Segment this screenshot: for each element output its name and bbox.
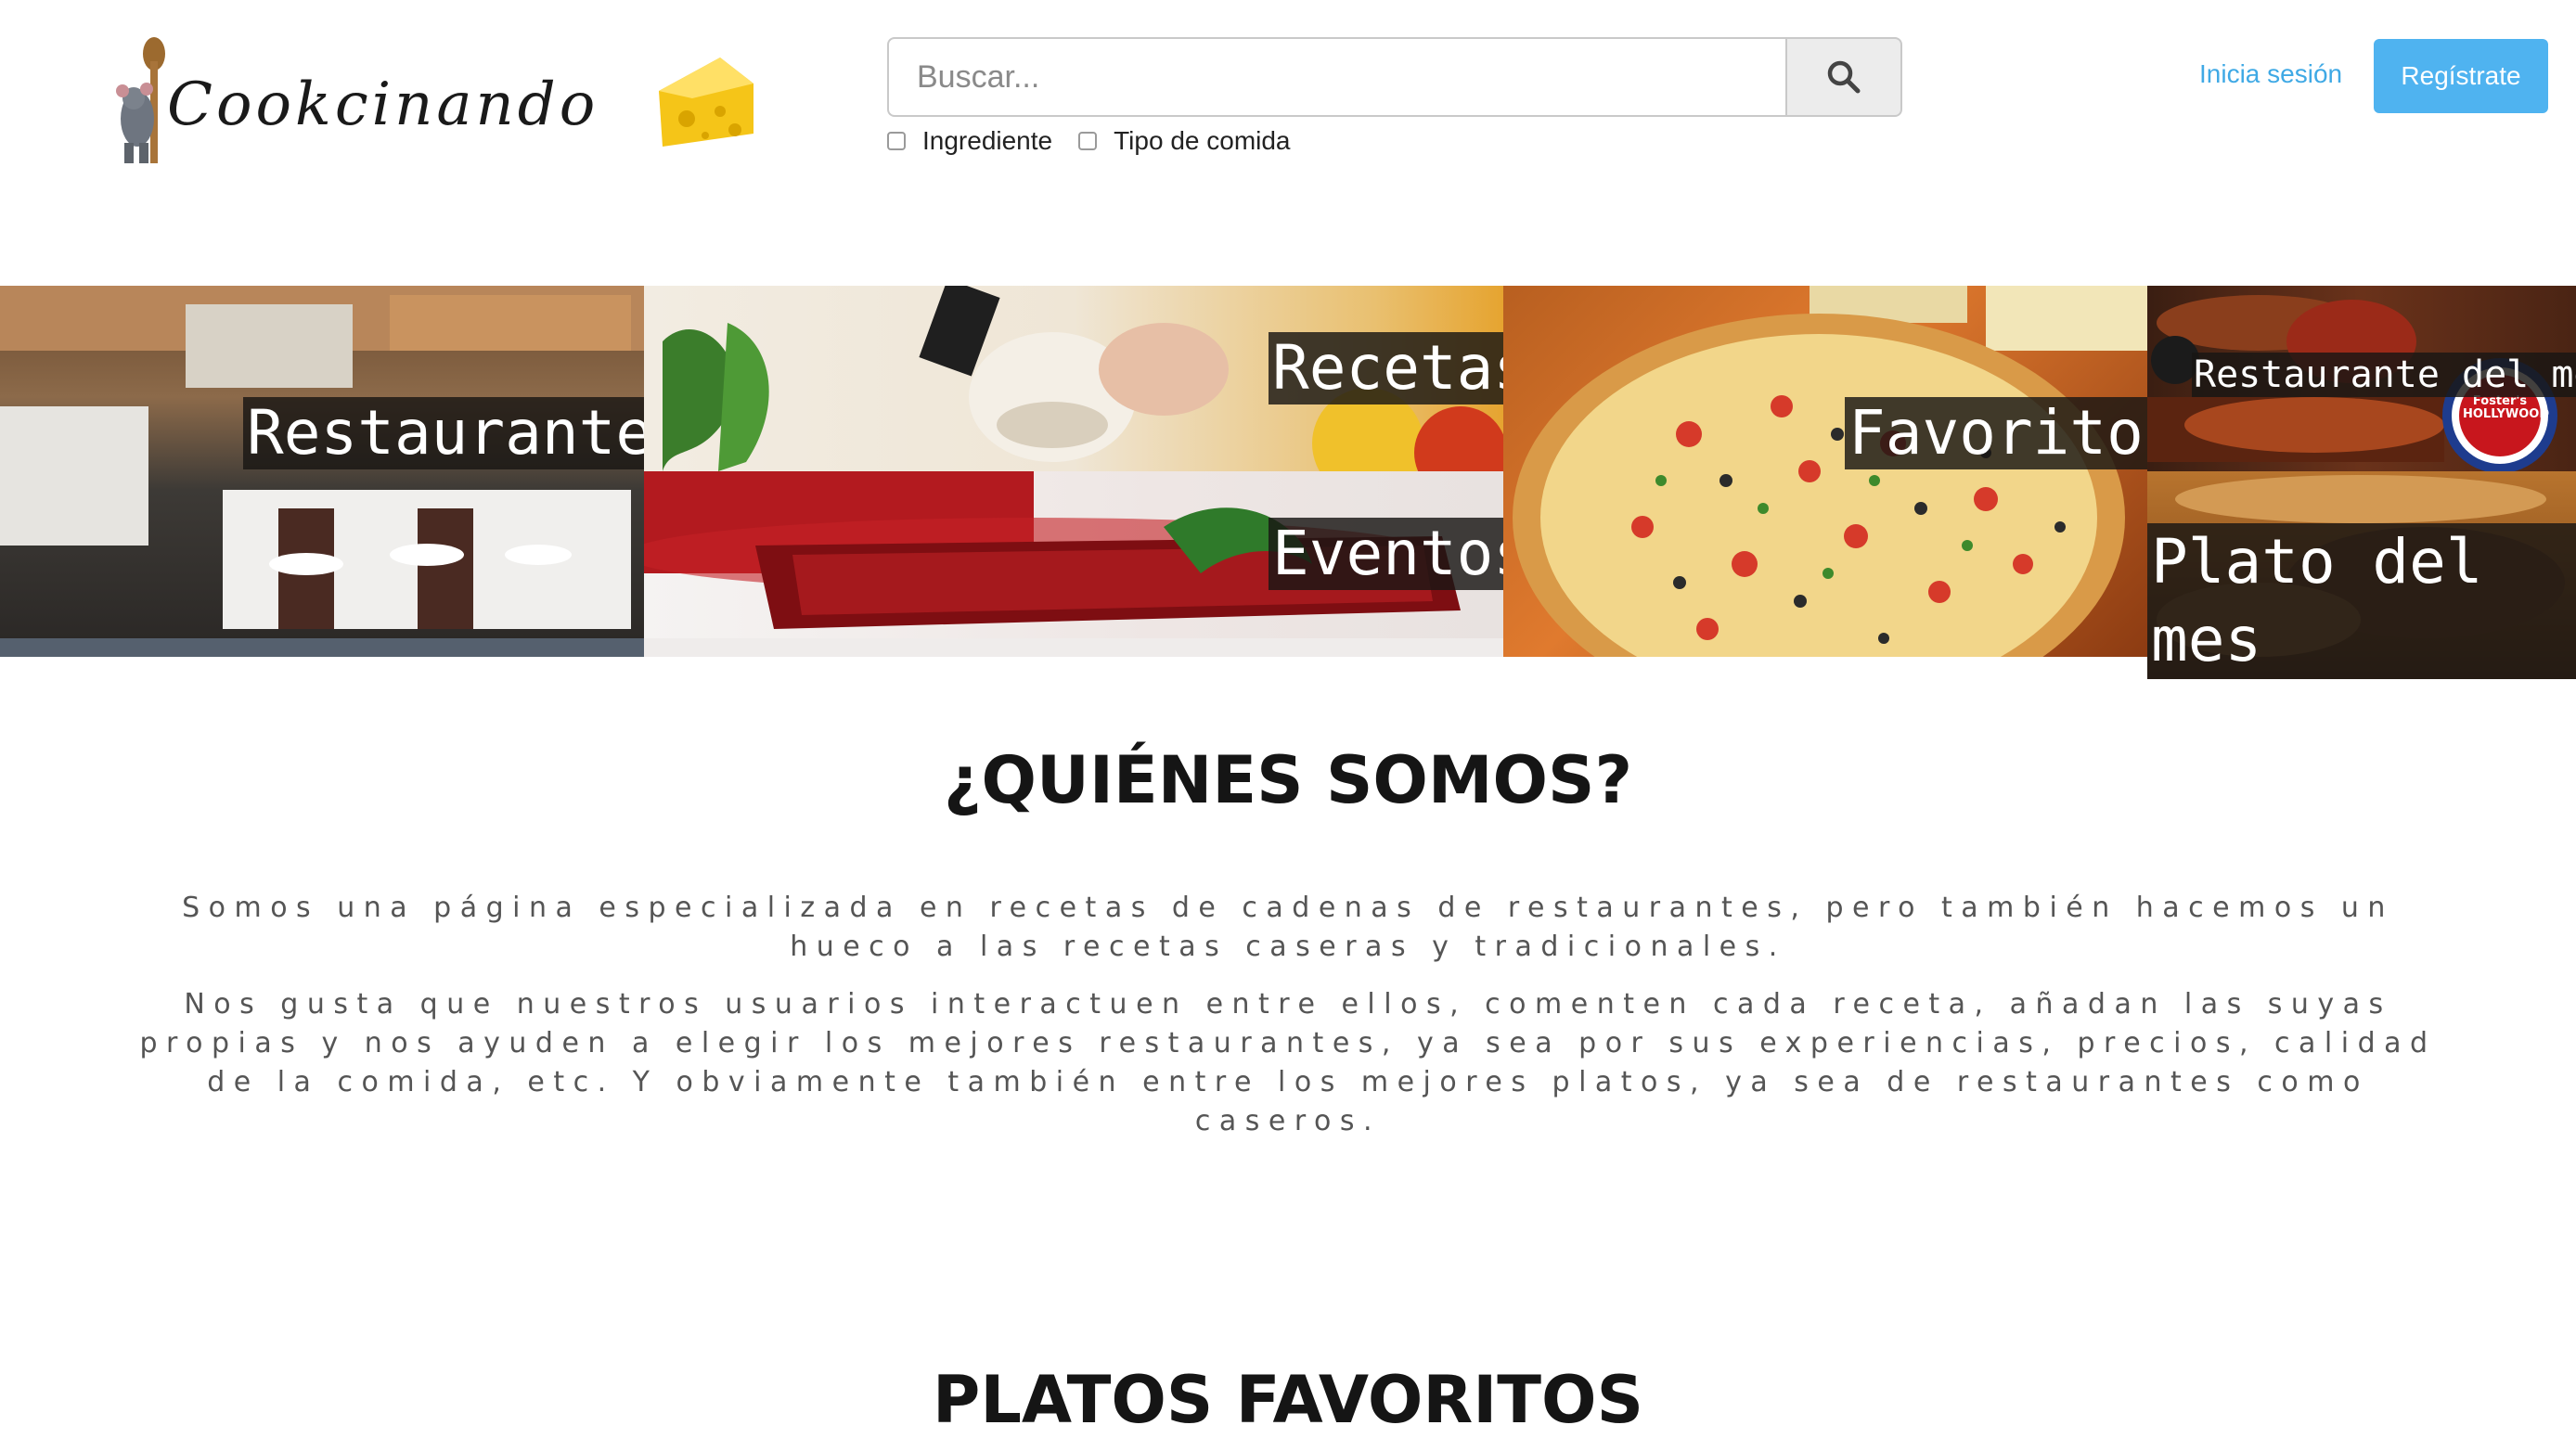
fosters-hollywood-logo: Foster's HOLLYWOOD: [2463, 394, 2550, 422]
restaurant-image: [0, 286, 644, 657]
tile-label-favoritos: Favoritos: [1845, 397, 2147, 469]
about-paragraph-2: Nos gusta que nuestros usuarios interact…: [139, 988, 2437, 1137]
search-input[interactable]: [887, 37, 1787, 117]
search-filters: Ingrediente Tipo de comida: [887, 126, 1317, 156]
tile-label-eventos: Eventos: [1269, 518, 1503, 590]
site-logo[interactable]: Cookcinando: [109, 33, 759, 171]
chef-rat-icon: [116, 37, 165, 163]
tile-restaurante-del-mes[interactable]: Foster's HOLLYWOOD Restaurante del mes: [2147, 286, 2576, 471]
ingrediente-label: Ingrediente: [922, 126, 1053, 155]
tile-label-restaurantes: Restaurantes: [243, 397, 644, 469]
tile-restaurantes[interactable]: Restaurantes: [0, 286, 644, 657]
search-bar: [887, 37, 1904, 121]
tile-recetas[interactable]: Recetas: [644, 286, 1503, 471]
filter-tipo-comida[interactable]: Tipo de comida: [1078, 126, 1291, 156]
filter-ingrediente[interactable]: Ingrediente: [887, 126, 1052, 156]
about-title: ¿QUIÉNES SOMOS?: [943, 742, 1633, 818]
tile-eventos[interactable]: Eventos: [644, 471, 1503, 657]
logo-text: Cookcinando: [167, 71, 599, 139]
tile-plato-del-mes[interactable]: Plato del mes: [2147, 471, 2576, 679]
ingrediente-checkbox[interactable]: [887, 132, 906, 150]
tile-label-restaurante-del-mes: Restaurante del mes: [2192, 353, 2576, 397]
tipo-comida-label: Tipo de comida: [1114, 126, 1291, 155]
login-link[interactable]: Inicia sesión: [2199, 59, 2342, 89]
tile-favoritos[interactable]: Favoritos: [1503, 286, 2147, 657]
search-icon: [1827, 60, 1861, 94]
tile-label-plato-del-mes: Plato del mes: [2147, 523, 2576, 679]
tipo-comida-checkbox[interactable]: [1078, 132, 1098, 150]
pizza-image: [1513, 286, 2147, 657]
tile-label-recetas: Recetas: [1269, 332, 1503, 404]
search-button[interactable]: [1785, 37, 1902, 117]
register-button[interactable]: Regístrate: [2374, 39, 2548, 113]
platos-favoritos-title: PLATOS FAVORITOS: [933, 1362, 1643, 1438]
cheese-icon: [659, 58, 753, 147]
about-paragraph-1: Somos una página especializada en receta…: [182, 892, 2394, 963]
